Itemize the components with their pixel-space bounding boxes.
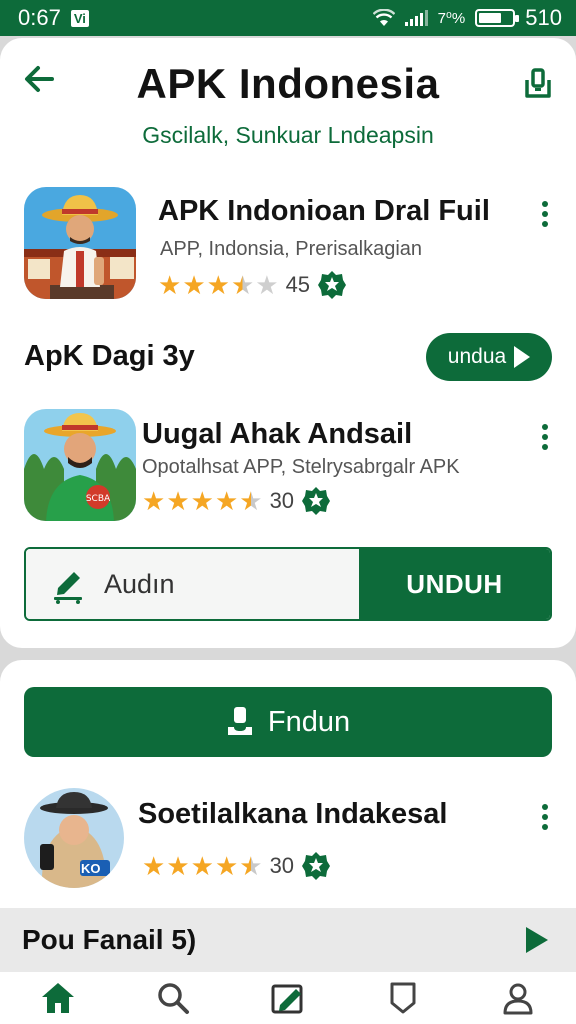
audin-button[interactable]: Audın: [26, 549, 359, 619]
audin-label: Audın: [104, 568, 175, 599]
unduh-label: UNDUH: [406, 568, 503, 599]
section-title: ApK Dagi 3y: [24, 340, 195, 372]
woman-hijab-avatar-icon[interactable]: KO: [24, 788, 124, 888]
battery-icon: [475, 9, 520, 27]
star-half-icon: ★: [230, 270, 255, 300]
star-icon: ★: [158, 270, 182, 300]
page-title: APK Indonesia: [136, 60, 440, 107]
sim-icon: Vi: [70, 9, 89, 27]
app-rating: ★ ★ ★ ★ ★ 30: [142, 486, 331, 516]
verified-badge-icon: [318, 271, 347, 299]
man-hat-avatar-icon[interactable]: SCBA: [24, 409, 136, 521]
star-icon: ★: [166, 486, 190, 516]
share-icon[interactable]: [522, 66, 554, 100]
status-bar: 0:67 Vi 7⁰% 510: [0, 0, 576, 36]
more-options-icon[interactable]: [538, 801, 552, 833]
fndun-label: Fndun: [267, 705, 351, 738]
undua-label: undua: [447, 345, 507, 368]
promo-bar[interactable]: Pou Fanail 5): [0, 908, 576, 972]
star-icon: ★: [142, 486, 166, 516]
rating-count: 30: [269, 853, 295, 878]
profile-icon[interactable]: [488, 976, 548, 1020]
download-tray-icon: [227, 707, 252, 735]
farmer-hat-avatar-icon[interactable]: [24, 187, 136, 299]
more-options-icon[interactable]: [538, 421, 552, 453]
star-icon: ★: [206, 270, 230, 300]
home-icon[interactable]: [28, 976, 88, 1020]
play-icon: [514, 346, 531, 368]
download-split-button: Audın UNDUH: [24, 547, 552, 621]
status-time: 0:67: [18, 5, 61, 30]
page-subtitle: Gscilalk, Sunkuar Lndeapsin: [142, 122, 434, 148]
star-icon: ★: [190, 486, 214, 516]
star-icon: ★: [182, 270, 206, 300]
app-name[interactable]: Soetilalkana Indakesal: [138, 798, 447, 831]
bottom-nav: [0, 972, 576, 1024]
app-description: APP, Indonsia, Prerisalkagian: [160, 238, 423, 260]
promo-label: Pou Fanail 5): [22, 924, 197, 955]
app-name[interactable]: Uugal Ahak Andsail: [142, 418, 412, 451]
star-icon: ★: [142, 851, 166, 881]
star-empty-icon: ★: [255, 270, 279, 300]
pen-install-icon: [54, 572, 82, 604]
signal-icon: [404, 10, 428, 26]
star-half-icon: ★: [239, 486, 263, 516]
svg-text:SCBA: SCBA: [86, 494, 111, 504]
star-half-icon: ★: [239, 851, 263, 881]
star-icon: ★: [214, 851, 239, 881]
more-options-icon[interactable]: [538, 198, 552, 230]
battery-percent: 7⁰%: [437, 10, 466, 27]
play-icon[interactable]: [526, 927, 548, 953]
edit-icon[interactable]: [258, 976, 318, 1020]
star-icon: ★: [214, 486, 239, 516]
fndun-button[interactable]: Fndun: [24, 687, 552, 757]
wifi-icon: [372, 9, 395, 26]
app-icon-badge: KO: [81, 861, 101, 876]
star-icon: ★: [190, 851, 214, 881]
search-icon[interactable]: [143, 976, 203, 1020]
unduh-button[interactable]: UNDUH: [359, 549, 550, 619]
app-description: Opotalhsat APP, Stelrysabrgalr APK: [142, 456, 460, 478]
app-name[interactable]: APK Indonioan Dral Fuil: [158, 195, 490, 228]
app-rating: ★ ★ ★ ★ ★ 30: [142, 851, 331, 881]
status-number: 510: [525, 5, 562, 30]
verified-badge-icon: [302, 852, 331, 880]
verified-badge-icon: [302, 487, 331, 515]
undua-button[interactable]: undua: [426, 333, 552, 381]
star-icon: ★: [166, 851, 190, 881]
rating-count: 45: [285, 272, 311, 297]
rating-count: 30: [269, 488, 295, 513]
app-rating: ★ ★ ★ ★ ★ 45: [158, 270, 347, 300]
bookmark-icon[interactable]: [373, 976, 433, 1020]
